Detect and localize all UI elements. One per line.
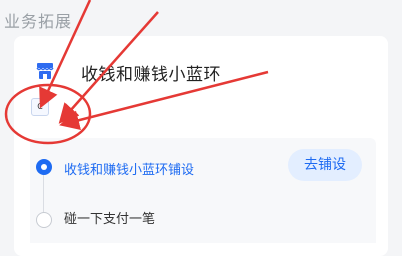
deploy-button[interactable]: 去铺设: [288, 149, 362, 181]
service-badge: C: [31, 98, 49, 116]
step-active-indicator: [36, 159, 52, 175]
section-title: 业务拓展: [4, 12, 73, 31]
shop-icon: [36, 63, 54, 79]
service-title: 收钱和赚钱小蓝环: [81, 65, 221, 85]
steps-panel: 收钱和赚钱小蓝环铺设 去铺设 碰一下支付一笔: [30, 138, 376, 243]
step-pending-indicator: [36, 212, 52, 228]
step-label: 碰一下支付一笔: [64, 212, 156, 227]
step-label: 收钱和赚钱小蓝环铺设: [64, 163, 195, 178]
